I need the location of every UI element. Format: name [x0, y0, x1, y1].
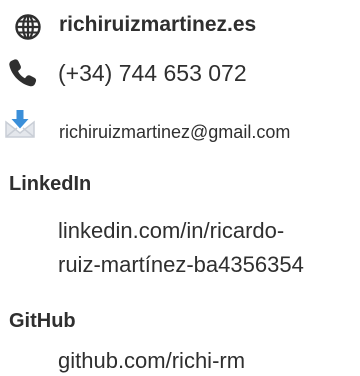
website-link[interactable]: richiruizmartinez.es — [59, 13, 256, 37]
email-link[interactable]: richiruizmartinez@gmail.com — [59, 122, 290, 143]
linkedin-link-line-1[interactable]: linkedin.com/in/ricardo- — [58, 216, 284, 246]
linkedin-heading: LinkedIn — [9, 173, 92, 195]
linkedin-link-line-2[interactable]: ruiz-martínez-ba4356354 — [58, 250, 304, 280]
globe-icon — [15, 14, 41, 40]
github-link[interactable]: github.com/richi-rm — [58, 346, 245, 376]
github-heading: GitHub — [9, 310, 76, 332]
mail-download-icon — [5, 110, 35, 138]
phone-number[interactable]: (+34) 744 653 072 — [58, 60, 247, 87]
phone-icon — [9, 59, 37, 87]
